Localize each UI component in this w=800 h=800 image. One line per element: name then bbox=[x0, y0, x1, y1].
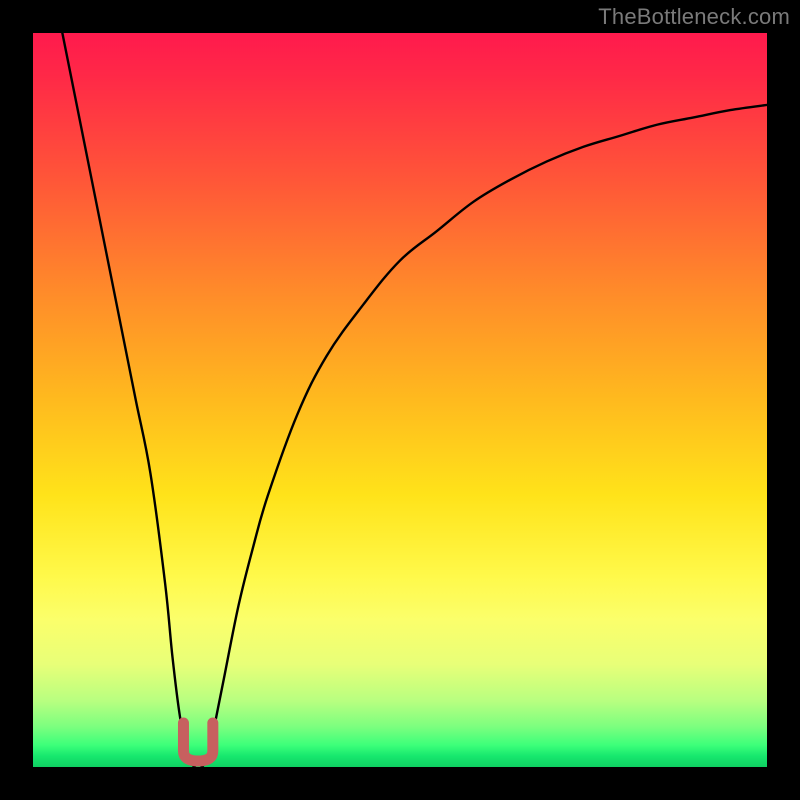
valley-marker bbox=[183, 723, 212, 761]
plot-area bbox=[33, 33, 767, 767]
watermark-text: TheBottleneck.com bbox=[598, 4, 790, 30]
chart-frame: TheBottleneck.com bbox=[0, 0, 800, 800]
marker-layer bbox=[33, 33, 767, 767]
